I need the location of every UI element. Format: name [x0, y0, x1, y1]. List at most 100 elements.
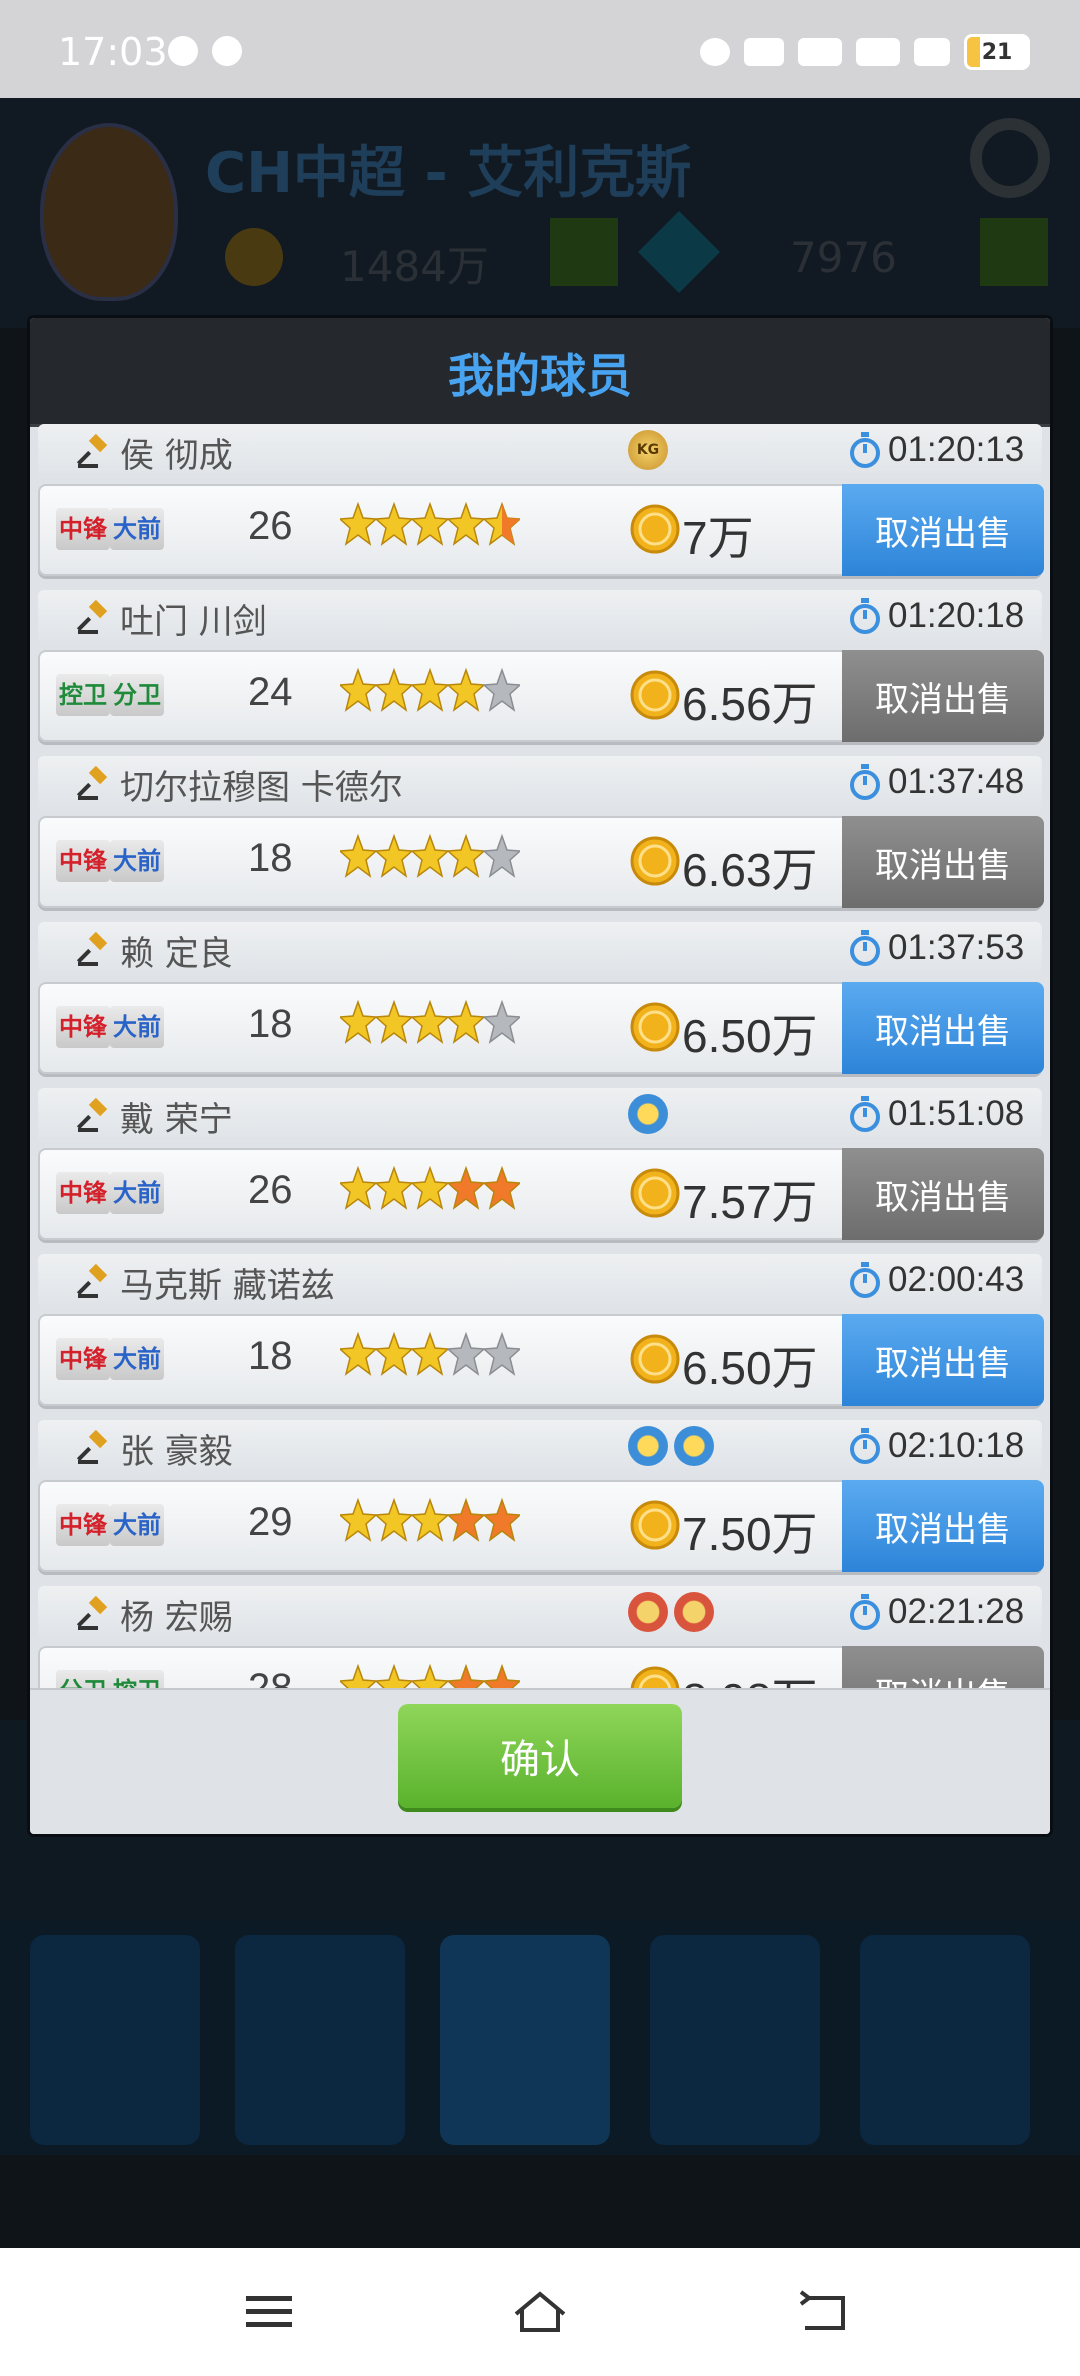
player-list[interactable]: 侯 彻成 KG 01:20:13 中锋 大前 26 7万 取消出售 吐门 川剑 01:20:18 控…: [30, 424, 1050, 1688]
auction-gavel-icon: [76, 600, 108, 634]
player-row: 赖 定良 01:37:53 中锋 大前 18 6.50万 取消出售: [38, 922, 1044, 1088]
auction-gavel-icon: [76, 1596, 108, 1630]
player-price: 7.50万: [682, 1508, 818, 1560]
player-age: 26: [248, 1168, 293, 1212]
rating-star-icon: [484, 1165, 520, 1210]
player-row-header: 侯 彻成 KG 01:20:13: [38, 424, 1042, 480]
gold-coin-icon: [630, 670, 680, 720]
sale-timer: 01:37:53: [848, 928, 1024, 968]
player-age: 29: [248, 1500, 293, 1544]
player-badge-icon: [628, 1592, 668, 1632]
cancel-sale-button[interactable]: 取消出售: [842, 1480, 1044, 1572]
player-name: 马克斯 藏诺兹: [120, 1266, 335, 1306]
confirm-button[interactable]: 确认: [398, 1704, 682, 1808]
rating-star-icon: [448, 999, 484, 1044]
auction-gavel-icon: [76, 1264, 108, 1298]
rating-star-icon: [376, 501, 412, 546]
sale-timer: 01:20:18: [848, 596, 1024, 636]
sale-timer: 01:51:08: [848, 1094, 1024, 1134]
sale-timer: 02:10:18: [848, 1426, 1024, 1466]
gold-coin-icon: [630, 1168, 680, 1218]
player-name: 杨 宏赐: [120, 1598, 233, 1638]
player-card: 中锋 大前 18 6.50万 取消出售: [38, 1314, 1044, 1406]
hd-icon: [744, 38, 784, 66]
position-tag: 分卫: [110, 674, 164, 716]
player-badge-icon: KG: [628, 430, 668, 470]
rating-star-icon: [376, 1331, 412, 1376]
player-age: 18: [248, 836, 293, 880]
player-price: 8.08万: [682, 1664, 818, 1688]
stopwatch-icon: [850, 598, 880, 634]
rating-star-icon: [484, 501, 520, 546]
cancel-sale-button[interactable]: 取消出售: [842, 816, 1044, 908]
auction-gavel-icon: [76, 1430, 108, 1464]
player-card: 中锋 大前 18 6.50万 取消出售: [38, 982, 1044, 1074]
home-icon[interactable]: [510, 2290, 570, 2334]
rating-star-icon: [448, 667, 484, 712]
rating-star-icon: [340, 501, 376, 546]
settings-gear-icon: [970, 118, 1050, 198]
rating-star-icon: [412, 999, 448, 1044]
position-tag: 中锋: [56, 1172, 110, 1214]
sale-timer: 02:00:43: [848, 1260, 1024, 1300]
rating-star-icon: [448, 1497, 484, 1542]
rating-star-icon: [340, 833, 376, 878]
player-badges: [628, 1426, 714, 1466]
player-age: 18: [248, 1334, 293, 1378]
sale-timer: 01:20:13: [848, 430, 1024, 470]
rating-star-icon: [340, 1663, 376, 1688]
player-badge-icon: [674, 1426, 714, 1466]
player-name: 张 豪毅: [120, 1432, 233, 1472]
player-row-header: 杨 宏赐 02:21:28: [38, 1586, 1042, 1642]
rating-star-icon: [412, 1165, 448, 1210]
cancel-sale-button[interactable]: 取消出售: [842, 982, 1044, 1074]
position-tag: 中锋: [56, 508, 110, 550]
cancel-sale-button[interactable]: 取消出售: [842, 1646, 1044, 1688]
rating-star-icon: [412, 501, 448, 546]
menu-icon[interactable]: [240, 2290, 300, 2334]
timer-value: 01:20:13: [888, 430, 1025, 469]
player-name: 戴 荣宁: [120, 1100, 233, 1140]
cancel-sale-button[interactable]: 取消出售: [842, 1314, 1044, 1406]
player-badges: [628, 1592, 714, 1632]
rating-star-icon: [412, 1497, 448, 1542]
rating-star-icon: [484, 1497, 520, 1542]
gold-coin-icon: [630, 1500, 680, 1550]
stopwatch-icon: [850, 930, 880, 966]
timer-value: 02:00:43: [888, 1260, 1025, 1299]
auction-gavel-icon: [76, 1098, 108, 1132]
position-tag: 控卫: [56, 674, 110, 716]
cancel-sale-button[interactable]: 取消出售: [842, 484, 1044, 576]
timer-value: 02:21:28: [888, 1592, 1025, 1631]
cancel-sale-button[interactable]: 取消出售: [842, 1148, 1044, 1240]
cancel-sale-button[interactable]: 取消出售: [842, 650, 1044, 742]
rating-star-icon: [412, 1331, 448, 1376]
player-badges: KG: [628, 430, 668, 470]
rating-star-icon: [376, 1663, 412, 1688]
player-row-header: 戴 荣宁 01:51:08: [38, 1088, 1042, 1144]
position-tag: 大前: [110, 1172, 164, 1214]
player-age: 28: [248, 1666, 293, 1688]
star-rating: [340, 1660, 520, 1688]
player-row: 侯 彻成 KG 01:20:13 中锋 大前 26 7万 取消出售: [38, 424, 1044, 590]
rating-star-icon: [340, 1165, 376, 1210]
rating-star-icon: [448, 833, 484, 878]
timer-value: 01:37:48: [888, 762, 1025, 801]
position-tag: 大前: [110, 840, 164, 882]
gold-coin-icon: [630, 504, 680, 554]
rating-star-icon: [448, 1165, 484, 1210]
star-rating: [340, 996, 520, 1050]
player-price: 6.50万: [682, 1342, 818, 1394]
player-card: 中锋 大前 18 6.63万 取消出售: [38, 816, 1044, 908]
auction-gavel-icon: [76, 932, 108, 966]
team-crest: [40, 123, 178, 301]
stopwatch-icon: [850, 432, 880, 468]
gold-coin-icon: [630, 836, 680, 886]
add-gems-button: [980, 218, 1048, 286]
player-badges: [628, 1094, 668, 1134]
player-price: 6.63万: [682, 844, 818, 896]
position-tag: 大前: [110, 508, 164, 550]
back-icon[interactable]: [795, 2290, 855, 2334]
timer-value: 01:51:08: [888, 1094, 1025, 1133]
rating-star-icon: [340, 1497, 376, 1542]
